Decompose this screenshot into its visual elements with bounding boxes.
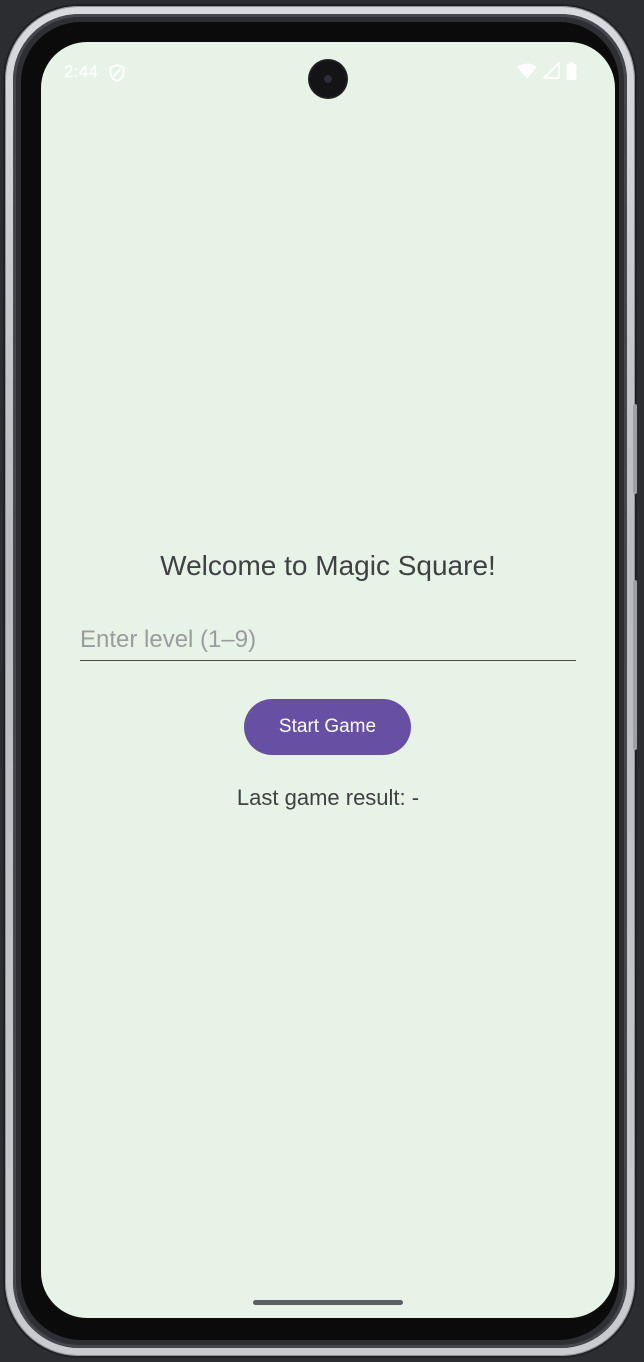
start-game-button[interactable]: Start Game bbox=[244, 699, 411, 755]
app-screen: 2:44 Welcome to Magic Square! Enter leve… bbox=[41, 42, 615, 1318]
page-title: Welcome to Magic Square! bbox=[160, 550, 496, 581]
last-game-result: Last game result: - bbox=[236, 785, 420, 810]
volume-button bbox=[633, 580, 637, 750]
level-input[interactable] bbox=[80, 620, 576, 661]
phone-frame: 2:44 Welcome to Magic Square! Enter leve… bbox=[5, 6, 637, 1356]
home-indicator[interactable] bbox=[253, 1300, 403, 1305]
power-button bbox=[633, 404, 637, 494]
main-content: Welcome to Magic Square! Start Game Last… bbox=[41, 42, 615, 1318]
